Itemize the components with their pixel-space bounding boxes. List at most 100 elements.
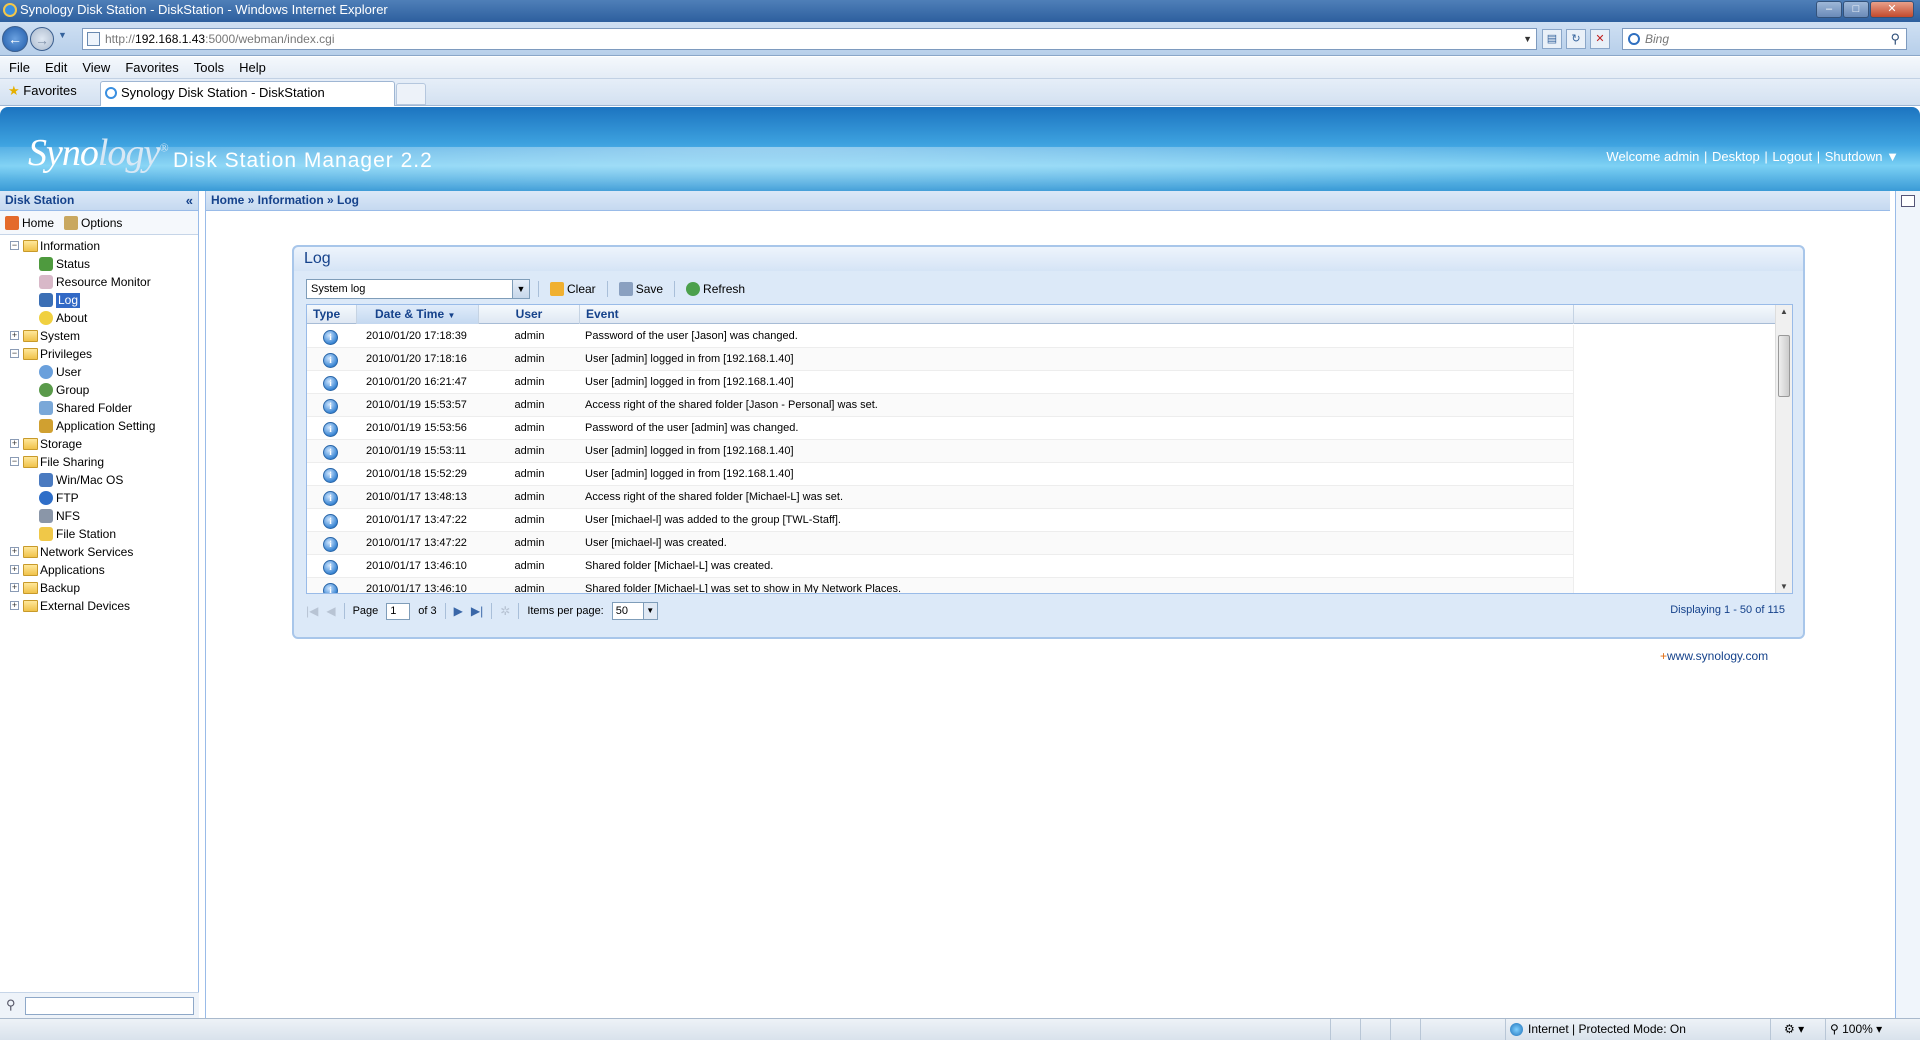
help-book-icon[interactable] — [1901, 195, 1915, 207]
desktop-link[interactable]: Desktop — [1712, 149, 1760, 164]
zoom-level[interactable]: ⚲ 100% ▾ — [1830, 1019, 1882, 1040]
history-dropdown-icon[interactable]: ▼ — [58, 30, 67, 40]
log-row[interactable]: i 2010/01/19 15:53:56 admin Password of the… — [307, 417, 1574, 440]
info-icon: i — [323, 330, 338, 345]
column-header-event[interactable]: Event — [580, 305, 1574, 324]
shutdown-menu[interactable]: Shutdown ▼ — [1825, 149, 1899, 164]
browser-tab[interactable]: Synology Disk Station - DiskStation — [100, 81, 395, 106]
expand-toggle-icon[interactable]: + — [10, 583, 19, 592]
menu-edit[interactable]: Edit — [36, 57, 73, 78]
log-row[interactable]: i 2010/01/20 17:18:39 admin Password of the… — [307, 325, 1574, 348]
chevron-down-icon[interactable]: ▼ — [512, 280, 529, 298]
grid-scrollbar[interactable]: ▲ ▼ — [1775, 305, 1792, 593]
tree-item-log[interactable]: Log — [0, 291, 198, 309]
items-per-page-select[interactable]: 50 ▼ — [611, 602, 658, 620]
log-row[interactable]: i 2010/01/19 15:53:57 admin Access right of… — [307, 394, 1574, 417]
home-button[interactable]: Home — [5, 214, 54, 231]
expand-toggle-icon[interactable]: + — [10, 565, 19, 574]
column-header-date-time[interactable]: Date & Time ▼ — [357, 305, 479, 324]
expand-toggle-icon[interactable]: + — [10, 601, 19, 610]
collapse-toggle-icon[interactable]: − — [10, 349, 19, 358]
refresh-icon[interactable]: ↻ — [1566, 29, 1586, 49]
tree-item-file-station[interactable]: File Station — [0, 525, 198, 543]
menu-favorites[interactable]: Favorites — [116, 57, 184, 78]
log-row[interactable]: i 2010/01/19 15:53:11 admin User [admin] lo… — [307, 440, 1574, 463]
tree-node-applications[interactable]: + Applications — [0, 561, 198, 579]
pop-up-icon[interactable]: ⚙ ▾ — [1784, 1019, 1804, 1040]
new-tab-button[interactable] — [396, 83, 426, 105]
breadcrumb[interactable]: Home » Information » Log — [206, 191, 1890, 211]
log-row[interactable]: i 2010/01/18 15:52:29 admin User [admin] lo… — [307, 463, 1574, 486]
scroll-down-icon[interactable]: ▼ — [1780, 582, 1788, 591]
column-header-user[interactable]: User — [479, 305, 580, 324]
security-zone[interactable]: Internet | Protected Mode: On — [1510, 1019, 1686, 1040]
favorites-button[interactable]: ★ Favorites — [8, 83, 77, 99]
menu-view[interactable]: View — [73, 57, 116, 78]
search-input[interactable]: Bing ⚲ — [1622, 28, 1907, 50]
log-row[interactable]: i 2010/01/17 13:46:10 admin Shared folder [… — [307, 578, 1574, 593]
tree-node-network-services[interactable]: + Network Services — [0, 543, 198, 561]
expand-toggle-icon[interactable]: + — [10, 331, 19, 340]
tree-node-privileges[interactable]: − Privileges — [0, 345, 198, 363]
log-row[interactable]: i 2010/01/17 13:48:13 admin Access right of… — [307, 486, 1574, 509]
tree-item-ftp[interactable]: FTP — [0, 489, 198, 507]
page-number-input[interactable]: 1 — [386, 602, 411, 620]
collapse-toggle-icon[interactable]: − — [10, 241, 19, 250]
menu-help[interactable]: Help — [230, 57, 272, 78]
expand-toggle-icon[interactable]: + — [10, 439, 19, 448]
tree-item-about[interactable]: About — [0, 309, 198, 327]
log-row[interactable]: i 2010/01/17 13:47:22 admin User [michael-l… — [307, 532, 1574, 555]
log-type-select[interactable]: System log ▼ — [306, 279, 530, 299]
tree-item-shared-folder[interactable]: Shared Folder — [0, 399, 198, 417]
log-row[interactable]: i 2010/01/17 13:47:22 admin User [michael-l… — [307, 509, 1574, 532]
tree-item-resource-monitor[interactable]: Resource Monitor — [0, 273, 198, 291]
synology-website-link[interactable]: +www.synology.com — [1660, 649, 1768, 663]
last-page-icon[interactable]: ▶| — [471, 604, 483, 618]
log-row[interactable]: i 2010/01/17 13:46:10 admin Shared folder [… — [307, 555, 1574, 578]
collapse-toggle-icon[interactable]: − — [10, 457, 19, 466]
tree-item-nfs[interactable]: NFS — [0, 507, 198, 525]
maximize-button[interactable]: □ — [1843, 1, 1869, 18]
tree-item-application-setting[interactable]: Application Setting — [0, 417, 198, 435]
loading-refresh-icon[interactable]: ✲ — [500, 604, 510, 618]
tree-item-group[interactable]: Group — [0, 381, 198, 399]
tree-node-external-devices[interactable]: + External Devices — [0, 597, 198, 615]
expand-toggle-icon[interactable]: + — [10, 547, 19, 556]
tree-item-user[interactable]: User — [0, 363, 198, 381]
next-page-icon[interactable]: ▶ — [454, 604, 463, 618]
tree-node-backup[interactable]: + Backup — [0, 579, 198, 597]
menu-file[interactable]: File — [0, 57, 36, 78]
tree-node-system[interactable]: + System — [0, 327, 198, 345]
log-row[interactable]: i 2010/01/20 17:18:16 admin User [admin] lo… — [307, 348, 1574, 371]
address-input[interactable]: http://192.168.1.43:5000/webman/index.cg… — [82, 28, 1537, 50]
scroll-thumb[interactable] — [1778, 335, 1790, 397]
stop-icon[interactable]: ✕ — [1590, 29, 1610, 49]
back-button[interactable]: ← — [2, 26, 28, 52]
chevron-down-icon[interactable]: ▼ — [642, 603, 657, 619]
address-dropdown-icon[interactable]: ▼ — [1523, 29, 1532, 49]
options-button[interactable]: Options — [64, 214, 122, 231]
compatibility-view-icon[interactable]: ▤ — [1542, 29, 1562, 49]
minimize-button[interactable]: – — [1816, 1, 1842, 18]
tree-node-storage[interactable]: + Storage — [0, 435, 198, 453]
clear-button[interactable]: Clear — [547, 282, 599, 296]
column-header-type[interactable]: Type — [307, 305, 357, 324]
tree-node-information[interactable]: − Information — [0, 237, 198, 255]
synology-logo: Synology® — [28, 132, 168, 174]
forward-button[interactable]: → — [30, 27, 54, 51]
menu-tools[interactable]: Tools — [185, 57, 230, 78]
close-window-button[interactable]: ✕ — [1870, 1, 1914, 18]
logout-link[interactable]: Logout — [1772, 149, 1812, 164]
log-row[interactable]: i 2010/01/20 16:21:47 admin User [admin] lo… — [307, 371, 1574, 394]
search-icon[interactable]: ⚲ — [1890, 29, 1900, 49]
save-button[interactable]: Save — [616, 282, 666, 296]
refresh-button[interactable]: Refresh — [683, 282, 748, 296]
collapse-sidebar-icon[interactable]: « — [186, 191, 193, 210]
tree-item-status[interactable]: Status — [0, 255, 198, 273]
sidebar-search-input[interactable] — [25, 997, 194, 1015]
tree-item-win-mac-os[interactable]: Win/Mac OS — [0, 471, 198, 489]
tree-node-file-sharing[interactable]: − File Sharing — [0, 453, 198, 471]
scroll-up-icon[interactable]: ▲ — [1780, 307, 1788, 316]
prev-page-icon[interactable]: ◀ — [326, 604, 335, 618]
first-page-icon[interactable]: |◀ — [306, 604, 318, 618]
